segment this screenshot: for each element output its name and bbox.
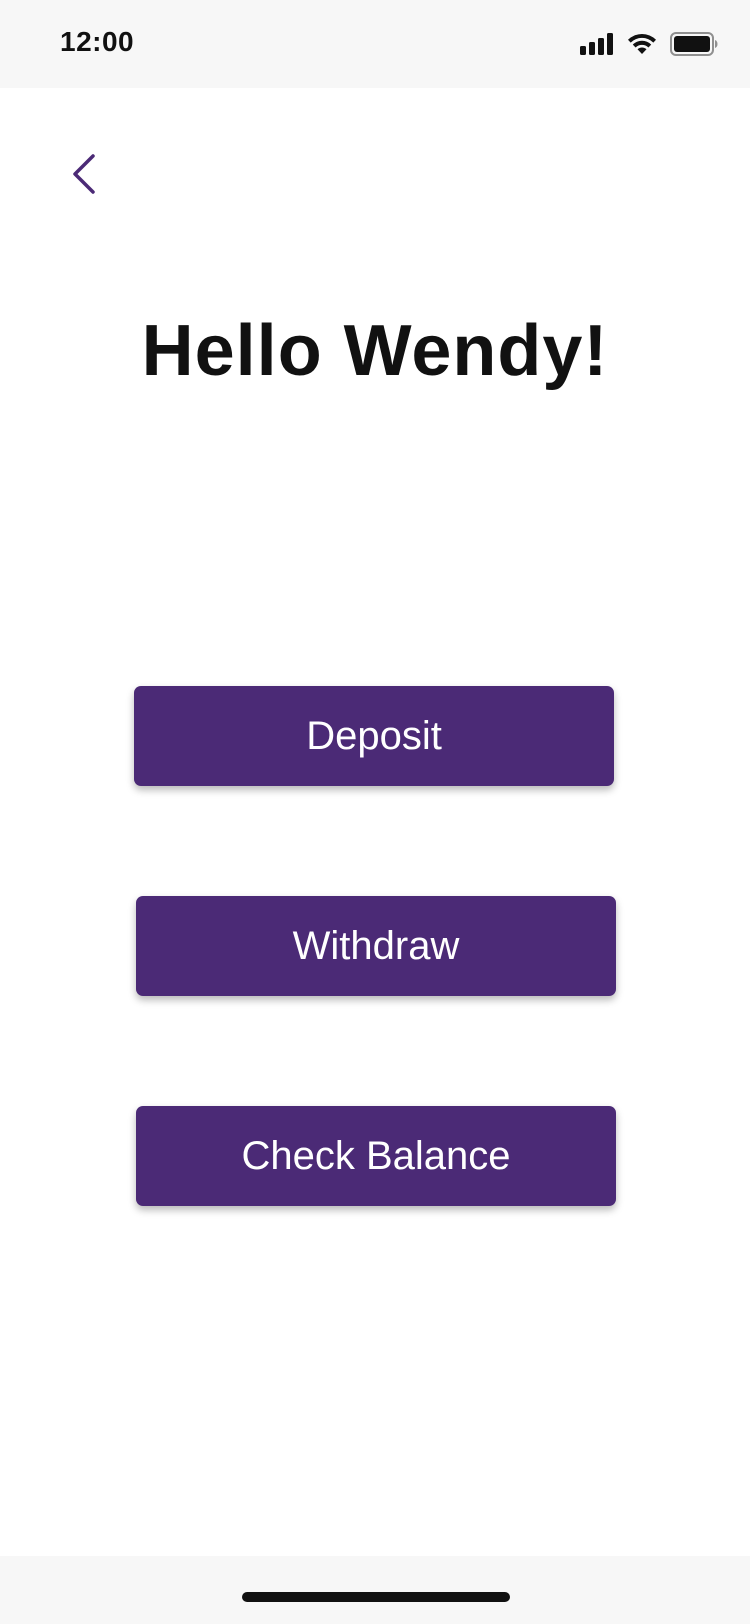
status-icons xyxy=(580,30,718,58)
status-time: 12:00 xyxy=(60,26,135,57)
check-balance-button[interactable]: Check Balance xyxy=(136,1106,616,1206)
greeting-title: Hello Wendy! xyxy=(141,311,609,391)
signal-icon xyxy=(580,33,613,55)
home-indicator[interactable] xyxy=(242,1592,510,1602)
chevron-left-icon xyxy=(73,154,95,194)
withdraw-button[interactable]: Withdraw xyxy=(136,896,616,996)
deposit-button[interactable]: Deposit xyxy=(134,686,614,786)
back-button[interactable] xyxy=(62,146,106,202)
bottom-bar xyxy=(0,1556,750,1624)
wifi-icon xyxy=(628,34,656,54)
battery-icon xyxy=(670,32,718,56)
status-bar: 12:00 xyxy=(0,0,750,88)
